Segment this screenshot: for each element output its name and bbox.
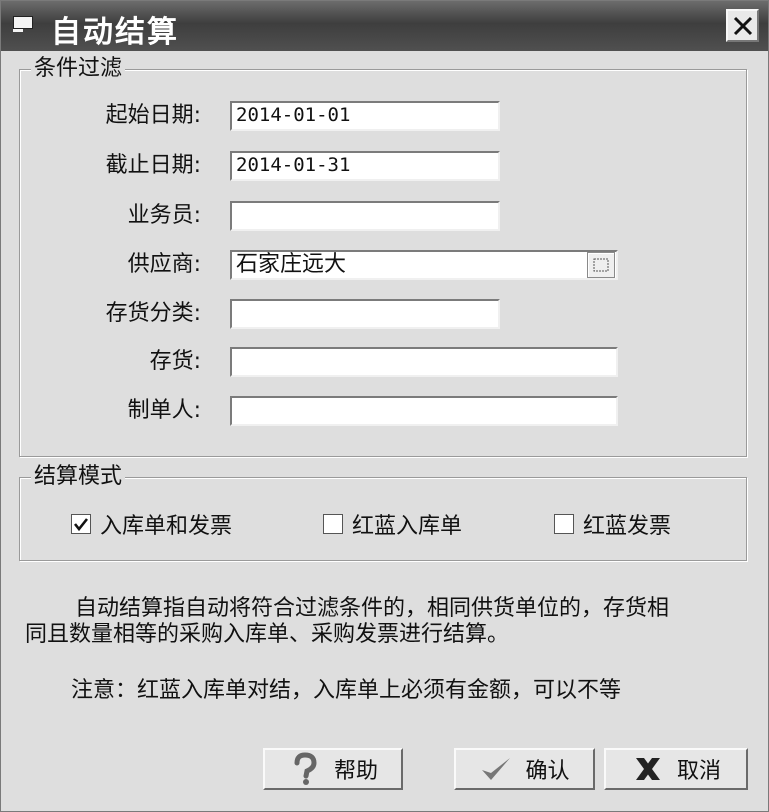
preparer-field[interactable] (230, 396, 618, 426)
title-bar[interactable]: 自动结算 (1, 1, 768, 51)
end-date-label: 截止日期: (105, 153, 201, 178)
end-date-field[interactable]: 2014-01-31 (230, 151, 500, 181)
close-icon (733, 16, 752, 35)
note-text: 注意：红蓝入库单对结，入库单上必须有金额，可以不等 (71, 678, 622, 703)
salesperson-field[interactable] (230, 201, 500, 231)
auto-settlement-dialog: 自动结算 条件过滤 起始日期: 2014-01-01 截止日期: 2014-01… (0, 0, 769, 812)
help-button[interactable]: 帮助 (263, 748, 403, 790)
window-icon (13, 16, 35, 33)
inventory-field[interactable] (230, 347, 618, 377)
close-button[interactable] (726, 9, 759, 42)
start-date-label: 起始日期: (105, 103, 201, 128)
checkbox-red-blue-invoice[interactable]: 红蓝发票 (554, 508, 671, 540)
supplier-reference-button[interactable] (587, 252, 615, 278)
window-title: 自动结算 (51, 15, 179, 50)
description-line-2: 同且数量相等的采购入库单、采购发票进行结算。 (25, 622, 510, 647)
cancel-button-label: 取消 (676, 759, 721, 784)
ok-button[interactable]: 确认 (454, 748, 595, 790)
help-button-label: 帮助 (333, 759, 378, 784)
ok-button-label: 确认 (525, 759, 570, 784)
supplier-label: 供应商: (127, 252, 201, 277)
checkbox-box[interactable] (554, 514, 574, 534)
checkbox-label: 入库单和发票 (100, 514, 233, 539)
checkbox-box[interactable] (323, 514, 343, 534)
question-icon (288, 752, 322, 786)
checkmark-icon (479, 752, 513, 786)
checkbox-label: 红蓝入库单 (352, 514, 463, 539)
checkbox-label: 红蓝发票 (583, 514, 672, 539)
settlement-mode-legend: 结算模式 (31, 463, 126, 491)
inventory-label: 存货: (149, 349, 201, 374)
filter-group-legend: 条件过滤 (31, 55, 126, 83)
checkmark-icon (73, 518, 89, 532)
salesperson-label: 业务员: (127, 203, 201, 228)
inventory-category-field[interactable] (230, 299, 500, 329)
checkbox-box[interactable] (71, 514, 91, 534)
description-line-1: 自动结算指自动将符合过滤条件的，相同供货单位的，存货相 (75, 596, 670, 621)
cancel-button[interactable]: 取消 (604, 748, 748, 790)
inventory-category-label: 存货分类: (105, 301, 201, 326)
start-date-field[interactable]: 2014-01-01 (230, 101, 500, 131)
ellipsis-icon (593, 258, 609, 272)
checkbox-red-blue-receipt[interactable]: 红蓝入库单 (323, 508, 462, 540)
supplier-field[interactable]: 石家庄远大 (230, 250, 618, 280)
checkbox-receipt-and-invoice[interactable]: 入库单和发票 (71, 508, 232, 540)
x-icon (631, 752, 665, 786)
preparer-label: 制单人: (127, 398, 201, 423)
